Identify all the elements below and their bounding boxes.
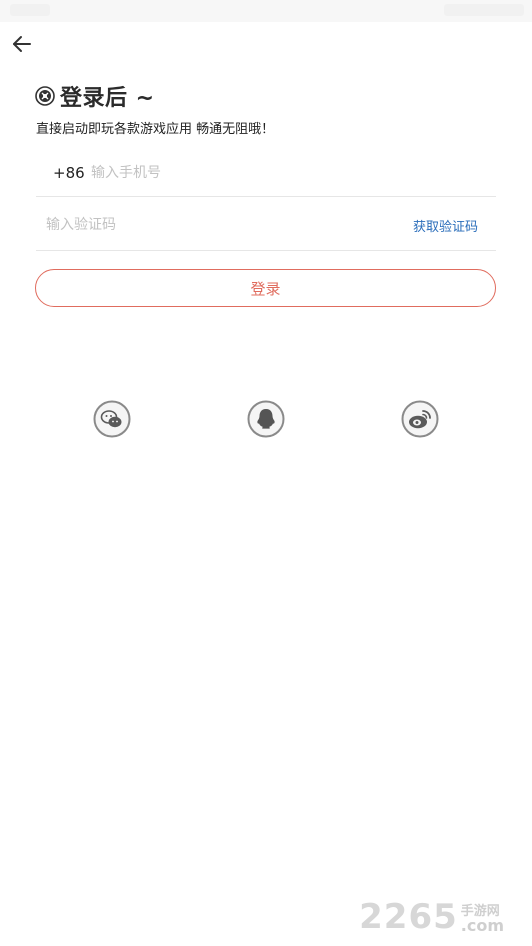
watermark-suffix: .com: [460, 916, 504, 935]
page-title: 登录后 ~: [60, 86, 155, 111]
phone-row: +86: [36, 150, 496, 197]
watermark-digits: 2265: [359, 897, 458, 937]
phone-input[interactable]: [89, 164, 393, 182]
status-bar: [0, 0, 532, 22]
watermark-logo: 2265 手游网 .com: [359, 900, 504, 934]
get-code-button[interactable]: 获取验证码: [413, 216, 478, 235]
qq-icon[interactable]: [247, 400, 285, 438]
watermark-side: 手游网 .com: [461, 905, 504, 934]
back-button[interactable]: [8, 30, 36, 58]
weibo-icon[interactable]: [401, 400, 439, 438]
verification-code-row: 获取验证码: [36, 200, 496, 251]
login-page: 登录后 ~ 直接启动即玩各款游戏应用 畅通无阻哦！ +86 获取验证码 登录 2…: [0, 0, 532, 946]
wechat-icon[interactable]: [93, 400, 131, 438]
verification-code-input[interactable]: [44, 216, 348, 234]
status-icons: [444, 4, 524, 16]
game-logo-icon: [35, 86, 55, 106]
arrow-left-icon: [13, 36, 31, 52]
country-code[interactable]: +86: [53, 164, 89, 182]
subtitle: 直接启动即玩各款游戏应用 畅通无阻哦！: [36, 122, 275, 137]
login-button[interactable]: 登录: [35, 269, 496, 307]
status-time: [10, 4, 50, 16]
title-row: 登录后 ~: [35, 81, 155, 111]
